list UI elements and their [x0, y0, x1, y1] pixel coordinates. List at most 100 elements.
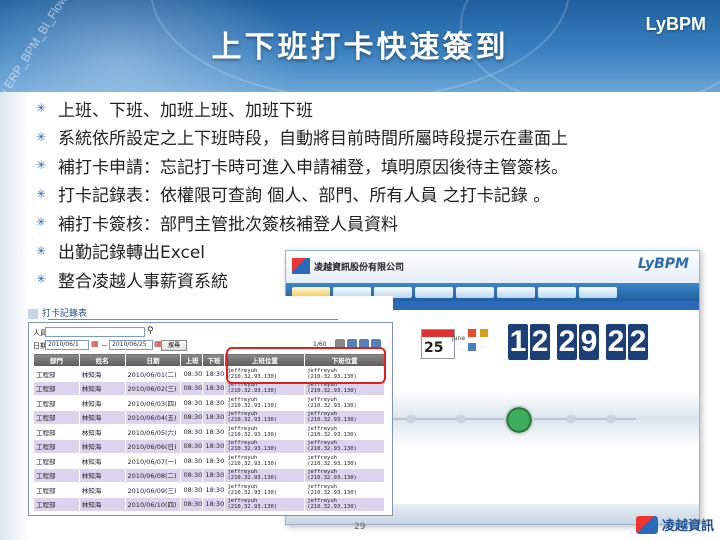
bullet-item: ✳ 上班、下班、加班上班、加班下班 [36, 94, 716, 123]
in-time-cell: 08:30 [180, 424, 204, 440]
dept-cell: 工程部 [33, 496, 80, 512]
out-time-cell: 18:30 [202, 467, 226, 483]
name-cell: 林知海 [78, 366, 126, 382]
column-header[interactable]: 下班 [202, 353, 226, 367]
name-cell-line: 林知海 [81, 399, 102, 408]
search-icon[interactable]: ⚲ [147, 326, 154, 336]
dept-cell: 工程部 [33, 438, 80, 454]
column-header[interactable]: 上班 [180, 353, 204, 367]
flow-node[interactable] [566, 415, 576, 423]
search-button[interactable]: 搜尋 [161, 340, 187, 351]
bullet-text: 系統依所設定之上下班時段，自動將目前時間所屬時段提示在畫面上 [58, 129, 568, 150]
table-row[interactable]: 工程部 林知海 2010/06/10(四) 08:30 18:30 jeffreyuh (2… [33, 496, 385, 512]
in-time-cell: 08:30 [180, 467, 204, 483]
dept-cell-line: 工程部 [36, 486, 56, 495]
clock-digit: 2 [628, 324, 648, 360]
date-cell-line: 2010/06/09(三) [127, 486, 177, 495]
in-location-cell-line: (210.32.93.130) [227, 431, 278, 438]
name-cell-line: 林知海 [81, 414, 102, 423]
clock-separator [601, 324, 604, 360]
flow-node[interactable] [456, 415, 466, 423]
column-header[interactable]: 姓名 [78, 353, 126, 367]
nav-tab[interactable] [497, 286, 535, 298]
in-time-cell: 08:30 [180, 366, 204, 382]
punch-icon[interactable] [480, 329, 488, 337]
name-cell-line: 林知海 [81, 457, 102, 466]
report-icon [28, 308, 38, 319]
out-location-cell: jeffreyuh (210.32.93.130) [304, 496, 385, 512]
name-cell: 林知海 [78, 482, 126, 498]
title-underline [48, 319, 338, 320]
out-location-cell-line: (210.32.93.130) [307, 402, 357, 409]
attendance-report: 打卡記錄表 人員 ⚲ 日期 2010/06/1 ▦ － 2010/06/25 ▦… [28, 296, 393, 516]
in-location-cell-line: (210.32.93.130) [227, 489, 278, 496]
name-cell: 林知海 [78, 453, 126, 469]
calendar-picker-icon[interactable]: ▦ [91, 339, 99, 348]
table-row[interactable]: 工程部 林知海 2010/06/03(四) 08:30 18:30 jeffreyuh (2… [33, 395, 385, 411]
table-row[interactable]: 工程部 林知海 2010/06/06(日) 08:30 18:30 jeffreyuh (2… [33, 438, 385, 454]
in-location-cell: jeffreyuh (210.32.93.130) [224, 409, 306, 425]
portal-header: 凌越資訊股份有限公司 LyBPM [286, 251, 699, 283]
column-header[interactable]: 日期 [124, 353, 182, 367]
digital-clock: 1 2 2 9 2 2 [508, 324, 648, 360]
out-time-cell-line: 18:30 [205, 442, 225, 451]
out-location-cell: jeffreyuh (210.32.93.130) [304, 395, 385, 411]
column-header[interactable]: 部門 [33, 353, 80, 367]
bullet-icon: ✳ [36, 215, 47, 230]
person-input[interactable] [45, 327, 145, 337]
in-time-cell-line: 08:30 [183, 485, 203, 494]
out-location-cell-line: (210.32.93.130) [307, 417, 357, 424]
dept-cell: 工程部 [33, 395, 80, 411]
flow-node[interactable] [606, 415, 616, 423]
in-location-cell-line: (210.32.93.130) [227, 388, 278, 395]
nav-tab[interactable] [415, 286, 453, 298]
dept-cell: 工程部 [33, 424, 80, 440]
name-cell: 林知海 [78, 438, 126, 454]
table-row[interactable]: 工程部 林知海 2010/06/08(二) 08:30 18:30 jeffreyuh (2… [33, 467, 385, 483]
flow-node[interactable] [406, 415, 416, 423]
location-highlight-box [226, 347, 386, 384]
nav-tab[interactable] [538, 286, 576, 298]
footer-brand: 凌越資訊 [661, 519, 714, 534]
name-cell: 林知海 [78, 496, 126, 512]
bullet-text: 補打卡簽核：部門主管批次簽核補登人員資料 [58, 214, 398, 235]
punch-icon[interactable] [468, 343, 476, 351]
clock-digit: 2 [606, 324, 626, 360]
date-cell-line: 2010/06/02(三) [127, 385, 177, 394]
punch-button[interactable] [504, 405, 534, 435]
out-location-cell-line: (210.32.93.130) [307, 475, 357, 482]
in-location-cell-line: (210.32.93.130) [227, 446, 278, 453]
dept-cell-line: 工程部 [36, 472, 56, 481]
dept-cell-line: 工程部 [36, 370, 56, 379]
out-time-cell: 18:30 [202, 424, 226, 440]
in-time-cell-line: 08:30 [183, 413, 203, 422]
date-to-input[interactable]: 2010/06/25 [109, 340, 153, 350]
in-time-cell-line: 08:30 [183, 471, 203, 480]
out-time-cell-line: 18:30 [205, 398, 225, 407]
bullet-icon: ✳ [36, 243, 47, 258]
punch-icon[interactable] [468, 329, 476, 337]
date-from-input[interactable]: 2010/06/1 [45, 340, 89, 350]
date-cell-line: 2010/06/04(五) [127, 414, 177, 423]
table-row[interactable]: 工程部 林知海 2010/06/07(一) 08:30 18:30 jeffreyuh (2… [33, 453, 385, 469]
table-row[interactable]: 工程部 林知海 2010/06/09(三) 08:30 18:30 jeffreyuh (2… [33, 482, 385, 498]
out-location-cell-line: (210.32.93.130) [307, 388, 357, 395]
nav-tab[interactable] [456, 286, 494, 298]
table-row[interactable]: 工程部 林知海 2010/06/04(五) 08:30 18:30 jeffreyuh (2… [33, 409, 385, 425]
dept-cell: 工程部 [33, 467, 80, 483]
bullet-text: 上班、下班、加班上班、加班下班 [58, 100, 313, 121]
date-cell: 2010/06/10(四) [124, 496, 182, 512]
in-location-cell: jeffreyuh (210.32.93.130) [224, 453, 306, 469]
out-time-cell: 18:30 [202, 366, 226, 382]
nav-tab[interactable] [579, 286, 617, 298]
in-location-cell-line: (210.32.93.130) [227, 460, 278, 467]
bullet-text: 整合凌越人事薪資系統 [58, 271, 228, 292]
dept-cell-line: 工程部 [36, 501, 56, 510]
table-row[interactable]: 工程部 林知海 2010/06/05(六) 08:30 18:30 jeffreyuh (2… [33, 424, 385, 440]
out-location-cell-line: (210.32.93.130) [307, 489, 357, 496]
in-time-cell: 08:30 [180, 438, 204, 454]
date-cell: 2010/06/06(日) [124, 438, 182, 454]
calendar-icon: 25 [421, 329, 455, 359]
left-decor-band [0, 92, 30, 540]
out-time-cell-line: 18:30 [205, 369, 225, 378]
